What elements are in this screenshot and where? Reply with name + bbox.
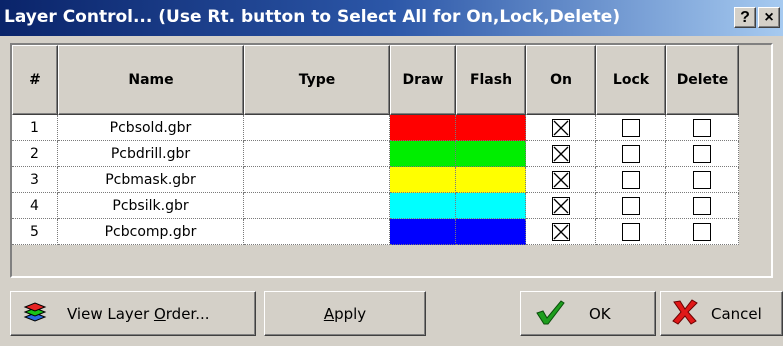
delete-checkbox[interactable]: [693, 170, 711, 189]
on-checkbox[interactable]: [551, 196, 570, 215]
row-number-cell[interactable]: 3: [12, 167, 58, 193]
layer-type-cell[interactable]: [244, 167, 390, 193]
layer-type-cell[interactable]: [244, 219, 390, 245]
delete-checkbox[interactable]: [693, 222, 711, 241]
layer-name-cell[interactable]: Pcbsilk.gbr: [58, 193, 244, 219]
lock-checkbox[interactable]: [621, 170, 640, 189]
on-cell: [526, 219, 596, 245]
table-row[interactable]: 3 Pcbmask.gbr: [12, 167, 739, 193]
flash-color-swatch[interactable]: [456, 115, 526, 141]
layer-name-cell[interactable]: Pcbsold.gbr: [58, 115, 244, 141]
on-checkbox[interactable]: [551, 118, 570, 137]
ok-button[interactable]: OK: [520, 291, 656, 336]
layer-rows: 1 Pcbsold.gbr 2 Pcbdrill.gbr 3 Pcbmask.gbr 4 Pc…: [12, 115, 739, 245]
draw-color-swatch[interactable]: [390, 115, 456, 141]
view-layer-order-label: View Layer Order...: [67, 304, 210, 323]
apply-button[interactable]: Apply: [264, 291, 426, 336]
table-row[interactable]: 4 Pcbsilk.gbr: [12, 193, 739, 219]
cancel-label: Cancel: [711, 304, 762, 323]
checkmark-icon: [535, 299, 565, 329]
lock-cell: [596, 141, 666, 167]
row-number-cell[interactable]: 5: [12, 219, 58, 245]
lock-cell: [596, 167, 666, 193]
column-header-on[interactable]: On: [526, 45, 596, 115]
help-button[interactable]: ?: [734, 7, 756, 28]
layers-icon: [23, 301, 47, 326]
delete-cell: [666, 115, 739, 141]
delete-checkbox[interactable]: [693, 144, 711, 163]
table-row[interactable]: 5 Pcbcomp.gbr: [12, 219, 739, 245]
delete-cell: [666, 141, 739, 167]
lock-checkbox[interactable]: [621, 222, 640, 241]
on-cell: [526, 167, 596, 193]
draw-color-swatch[interactable]: [390, 219, 456, 245]
lock-cell: [596, 193, 666, 219]
flash-color-swatch[interactable]: [456, 193, 526, 219]
red-x-icon: [671, 298, 699, 329]
column-header-lock[interactable]: Lock: [596, 45, 666, 115]
flash-color-swatch[interactable]: [456, 141, 526, 167]
close-button[interactable]: ×: [758, 7, 780, 28]
delete-checkbox[interactable]: [693, 196, 711, 215]
table-row[interactable]: 2 Pcbdrill.gbr: [12, 141, 739, 167]
layer-type-cell[interactable]: [244, 115, 390, 141]
on-checkbox[interactable]: [551, 222, 570, 241]
layer-type-cell[interactable]: [244, 193, 390, 219]
lock-checkbox[interactable]: [621, 118, 640, 137]
apply-label: Apply: [323, 304, 367, 323]
cancel-button[interactable]: Cancel: [660, 291, 783, 336]
on-cell: [526, 141, 596, 167]
ok-label: OK: [589, 304, 611, 323]
view-layer-order-button[interactable]: View Layer Order...: [10, 291, 256, 336]
delete-checkbox[interactable]: [693, 118, 711, 137]
layer-name-cell[interactable]: Pcbmask.gbr: [58, 167, 244, 193]
row-number-cell[interactable]: 1: [12, 115, 58, 141]
delete-cell: [666, 219, 739, 245]
column-header-name[interactable]: Name: [58, 45, 244, 115]
lock-checkbox[interactable]: [621, 144, 640, 163]
draw-color-swatch[interactable]: [390, 167, 456, 193]
column-header-flash[interactable]: Flash: [456, 45, 526, 115]
column-header-number[interactable]: #: [12, 45, 58, 115]
flash-color-swatch[interactable]: [456, 219, 526, 245]
column-header-draw[interactable]: Draw: [390, 45, 456, 115]
title-bar[interactable]: Layer Control... (Use Rt. button to Sele…: [0, 0, 783, 36]
on-checkbox[interactable]: [551, 170, 570, 189]
on-cell: [526, 193, 596, 219]
flash-color-swatch[interactable]: [456, 167, 526, 193]
row-number-cell[interactable]: 2: [12, 141, 58, 167]
lock-checkbox[interactable]: [621, 196, 640, 215]
row-number-cell[interactable]: 4: [12, 193, 58, 219]
lock-cell: [596, 115, 666, 141]
layer-type-cell[interactable]: [244, 141, 390, 167]
table-row[interactable]: 1 Pcbsold.gbr: [12, 115, 739, 141]
window-title: Layer Control... (Use Rt. button to Sele…: [4, 7, 621, 27]
column-header-type[interactable]: Type: [244, 45, 390, 115]
layer-control-window: Layer Control... (Use Rt. button to Sele…: [0, 0, 783, 346]
column-header-delete[interactable]: Delete: [666, 45, 739, 115]
delete-cell: [666, 167, 739, 193]
layer-name-cell[interactable]: Pcbdrill.gbr: [58, 141, 244, 167]
layer-grid: # Name Type Draw Flash On Lock Delete 1P…: [10, 43, 773, 278]
draw-color-swatch[interactable]: [390, 141, 456, 167]
on-cell: [526, 115, 596, 141]
on-checkbox[interactable]: [551, 144, 570, 163]
layer-name-cell[interactable]: Pcbcomp.gbr: [58, 219, 244, 245]
draw-color-swatch[interactable]: [390, 193, 456, 219]
lock-cell: [596, 219, 666, 245]
delete-cell: [666, 193, 739, 219]
